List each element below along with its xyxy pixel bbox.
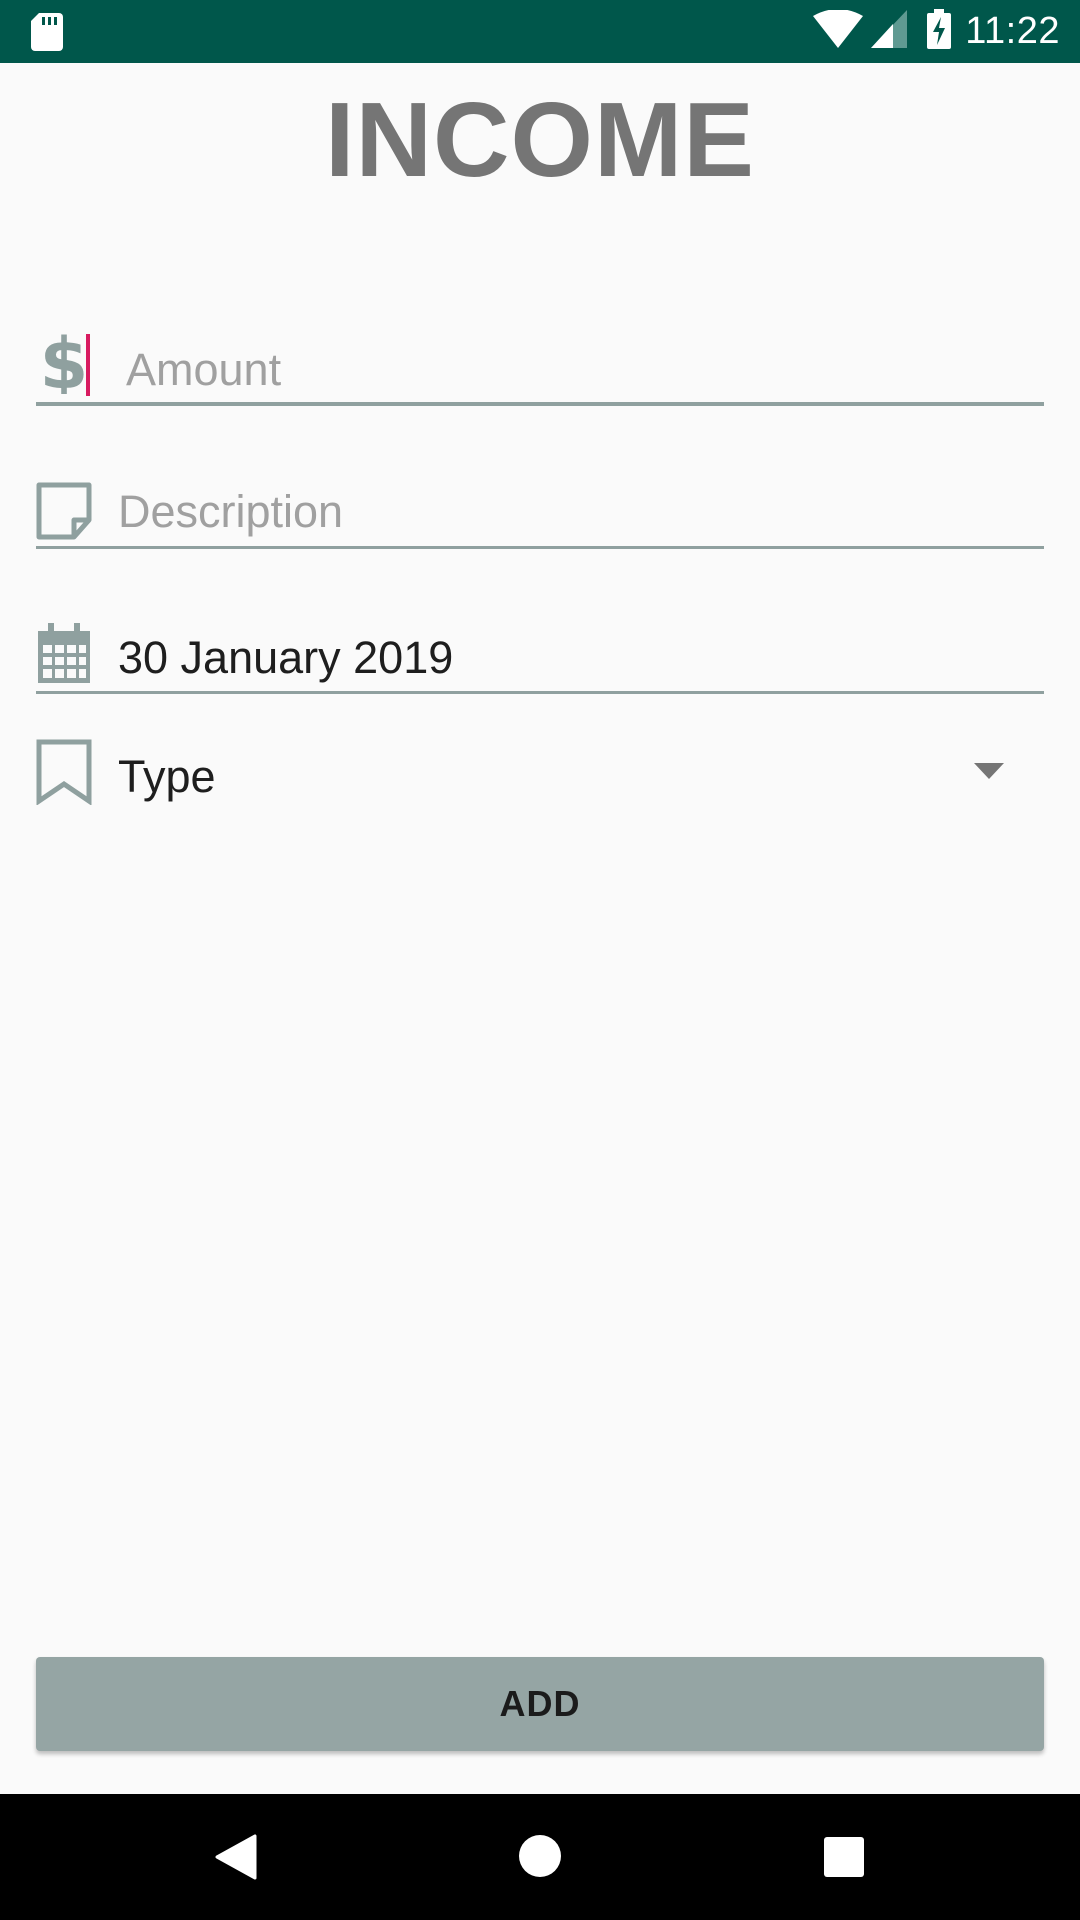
dropdown-arrow-icon[interactable] <box>974 763 1004 784</box>
description-input[interactable]: Description <box>118 484 343 540</box>
dollar-icon: $ <box>36 323 92 405</box>
home-icon[interactable] <box>518 1834 562 1883</box>
back-icon[interactable] <box>215 1834 257 1885</box>
bookmark-icon <box>36 739 92 810</box>
type-dropdown[interactable]: Type <box>36 735 1044 825</box>
svg-text:$: $ <box>40 334 89 394</box>
description-field[interactable]: Description <box>36 470 1044 550</box>
note-icon <box>36 482 92 545</box>
calendar-icon <box>36 623 92 690</box>
date-field[interactable]: 30 January 2019 <box>36 615 1044 695</box>
status-bar: 11:22 <box>0 0 1080 63</box>
date-underline <box>36 691 1044 694</box>
amount-underline <box>36 402 1044 406</box>
add-button[interactable]: ADD <box>36 1657 1044 1751</box>
wifi-icon <box>813 9 864 53</box>
battery-charging-icon <box>927 9 952 54</box>
status-time: 11:22 <box>965 10 1060 52</box>
date-value[interactable]: 30 January 2019 <box>118 630 453 686</box>
recents-icon[interactable] <box>823 1836 865 1883</box>
description-underline <box>36 546 1044 549</box>
sd-card-icon <box>31 13 63 56</box>
text-cursor <box>86 334 90 396</box>
navigation-bar <box>0 1794 1080 1920</box>
page-title: INCOME <box>325 81 755 199</box>
amount-field[interactable]: $ Amount <box>36 320 1044 410</box>
amount-input[interactable]: Amount <box>126 342 281 398</box>
signal-icon <box>871 10 908 53</box>
type-selected[interactable]: Type <box>118 749 216 805</box>
